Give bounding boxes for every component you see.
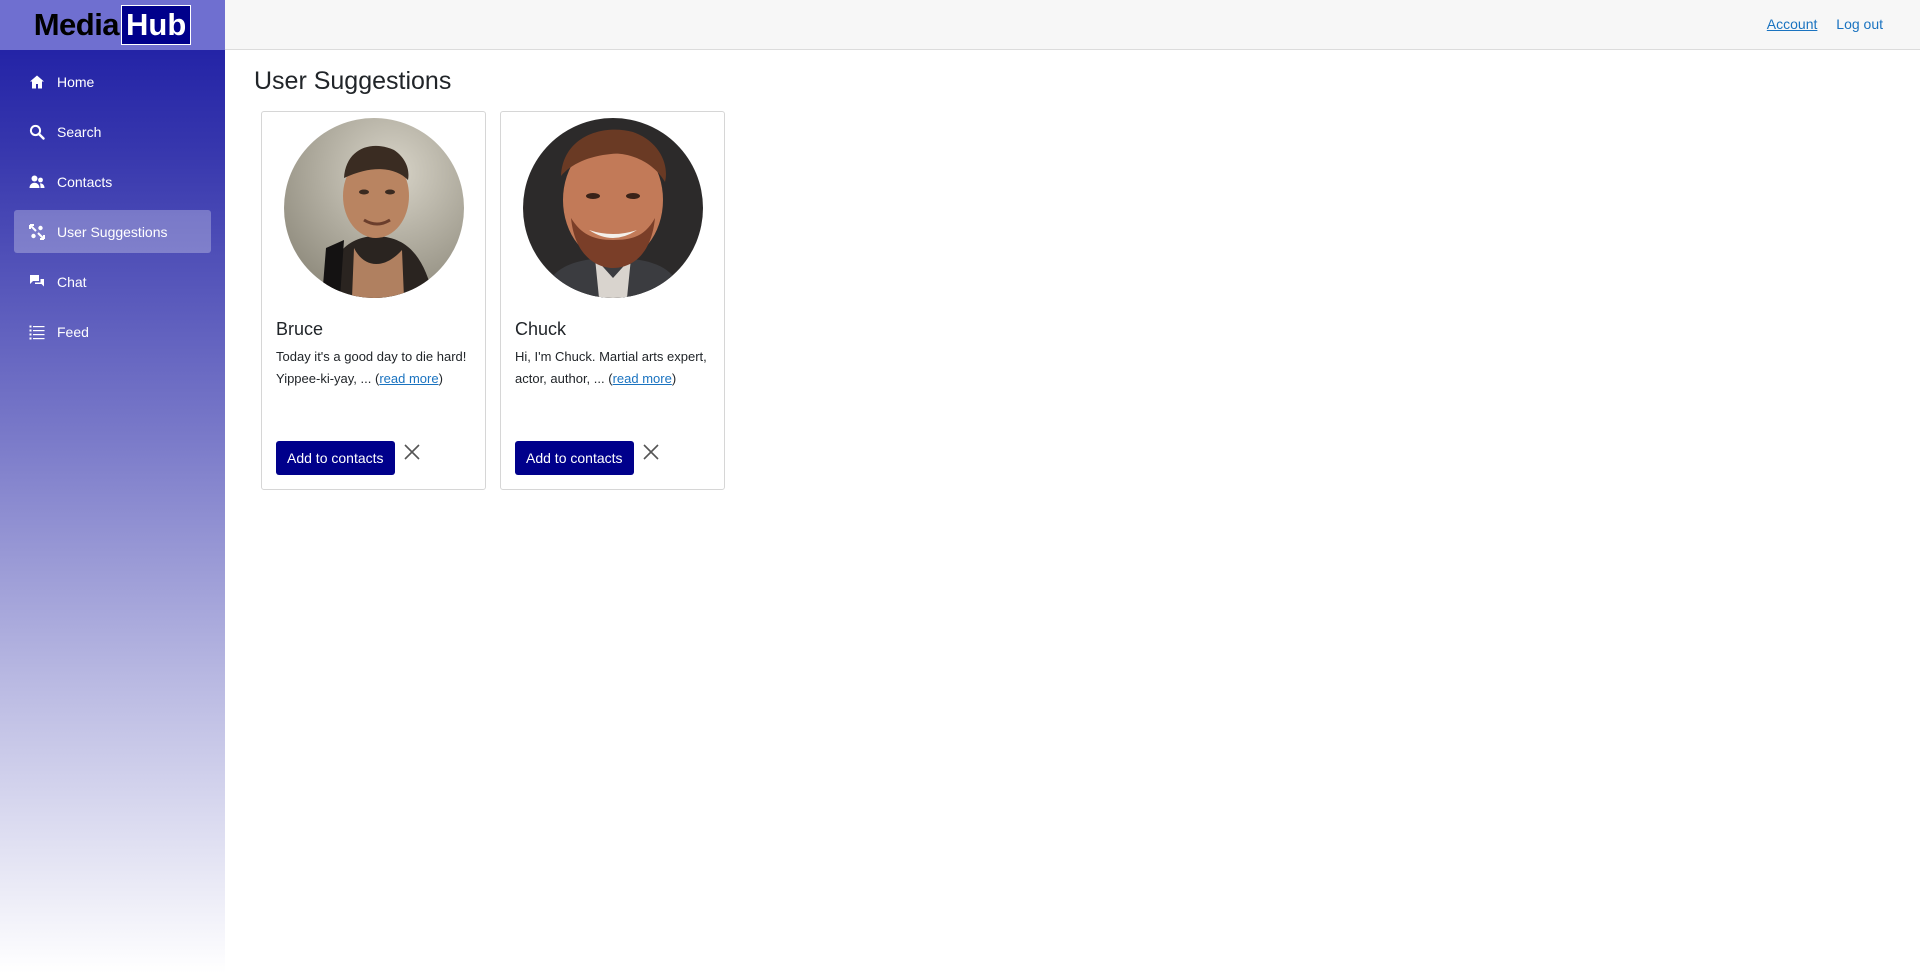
- logout-link[interactable]: Log out: [1836, 16, 1883, 32]
- feed-icon: [28, 323, 46, 341]
- page-title: User Suggestions: [254, 67, 452, 95]
- brand-logo[interactable]: Media Hub: [0, 0, 225, 50]
- sidebar-item-home[interactable]: Home: [14, 60, 211, 103]
- read-more-link[interactable]: read more: [379, 371, 438, 386]
- card-description-text: Hi, I'm Chuck. Martial arts expert, acto…: [515, 349, 707, 386]
- sidebar: Media Hub Home Search Contacts User Sugg…: [0, 0, 225, 973]
- add-to-contacts-button[interactable]: Add to contacts: [515, 441, 634, 475]
- account-link[interactable]: Account: [1767, 16, 1818, 32]
- suggestion-cards: Bruce Today it's a good day to die hard!…: [261, 111, 739, 490]
- user-suggestions-icon: [28, 223, 46, 241]
- sidebar-item-user-suggestions[interactable]: User Suggestions: [14, 210, 211, 253]
- sidebar-item-chat[interactable]: Chat: [14, 260, 211, 303]
- top-links: Account Log out: [1752, 16, 1883, 32]
- search-icon: [28, 123, 46, 141]
- sidebar-item-label: Feed: [57, 323, 89, 340]
- user-card-chuck: Chuck Hi, I'm Chuck. Martial arts expert…: [500, 111, 725, 490]
- sidebar-item-feed[interactable]: Feed: [14, 310, 211, 353]
- card-actions: Add to contacts: [276, 441, 421, 475]
- card-name: Chuck: [515, 319, 567, 339]
- avatar: [522, 118, 703, 298]
- sidebar-item-label: Home: [57, 73, 95, 90]
- avatar: [283, 118, 464, 298]
- close-icon[interactable]: [403, 443, 421, 461]
- sidebar-nav: Home Search Contacts User Suggestions Ch…: [0, 60, 225, 353]
- close-icon[interactable]: [642, 443, 660, 461]
- home-icon: [28, 73, 46, 91]
- read-more-link[interactable]: read more: [613, 371, 672, 386]
- contacts-icon: [28, 173, 46, 191]
- card-description: Hi, I'm Chuck. Martial arts expert, acto…: [515, 346, 710, 412]
- card-description-suffix: ): [438, 370, 443, 386]
- card-description-suffix: ): [671, 370, 677, 386]
- card-description: Today it's a good day to die hard! Yippe…: [276, 346, 471, 412]
- sidebar-item-search[interactable]: Search: [14, 110, 211, 153]
- brand-media-text: Media: [33, 7, 120, 42]
- card-name: Bruce: [276, 319, 324, 339]
- chat-icon: [28, 273, 46, 291]
- add-to-contacts-button[interactable]: Add to contacts: [276, 441, 395, 475]
- sidebar-item-label: Chat: [57, 273, 87, 290]
- sidebar-item-label: User Suggestions: [57, 223, 168, 240]
- top-bar: Account Log out: [225, 0, 1920, 50]
- brand-hub-text: Hub: [121, 5, 192, 45]
- user-card-bruce: Bruce Today it's a good day to die hard!…: [261, 111, 486, 490]
- sidebar-item-label: Contacts: [57, 173, 113, 190]
- sidebar-item-label: Search: [57, 123, 102, 140]
- card-actions: Add to contacts: [515, 441, 660, 475]
- sidebar-item-contacts[interactable]: Contacts: [14, 160, 211, 203]
- main-content: User Suggestions Bruce Today it's a good…: [254, 50, 739, 490]
